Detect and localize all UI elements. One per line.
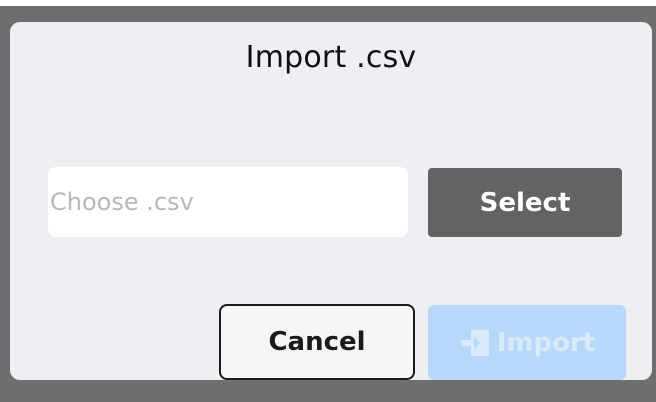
- cancel-button[interactable]: Cancel: [219, 304, 415, 380]
- dialog-title: Import .csv: [245, 40, 417, 75]
- select-button-label: Select: [479, 187, 571, 218]
- import-button[interactable]: Import: [428, 305, 626, 380]
- csv-file-input[interactable]: [48, 167, 408, 237]
- select-button[interactable]: Select: [428, 168, 622, 237]
- import-button-label: Import: [496, 327, 596, 358]
- cancel-button-label: Cancel: [268, 327, 366, 357]
- import-arrow-icon: [459, 328, 491, 358]
- import-csv-dialog: Import .csv Select Cancel Import: [10, 22, 652, 380]
